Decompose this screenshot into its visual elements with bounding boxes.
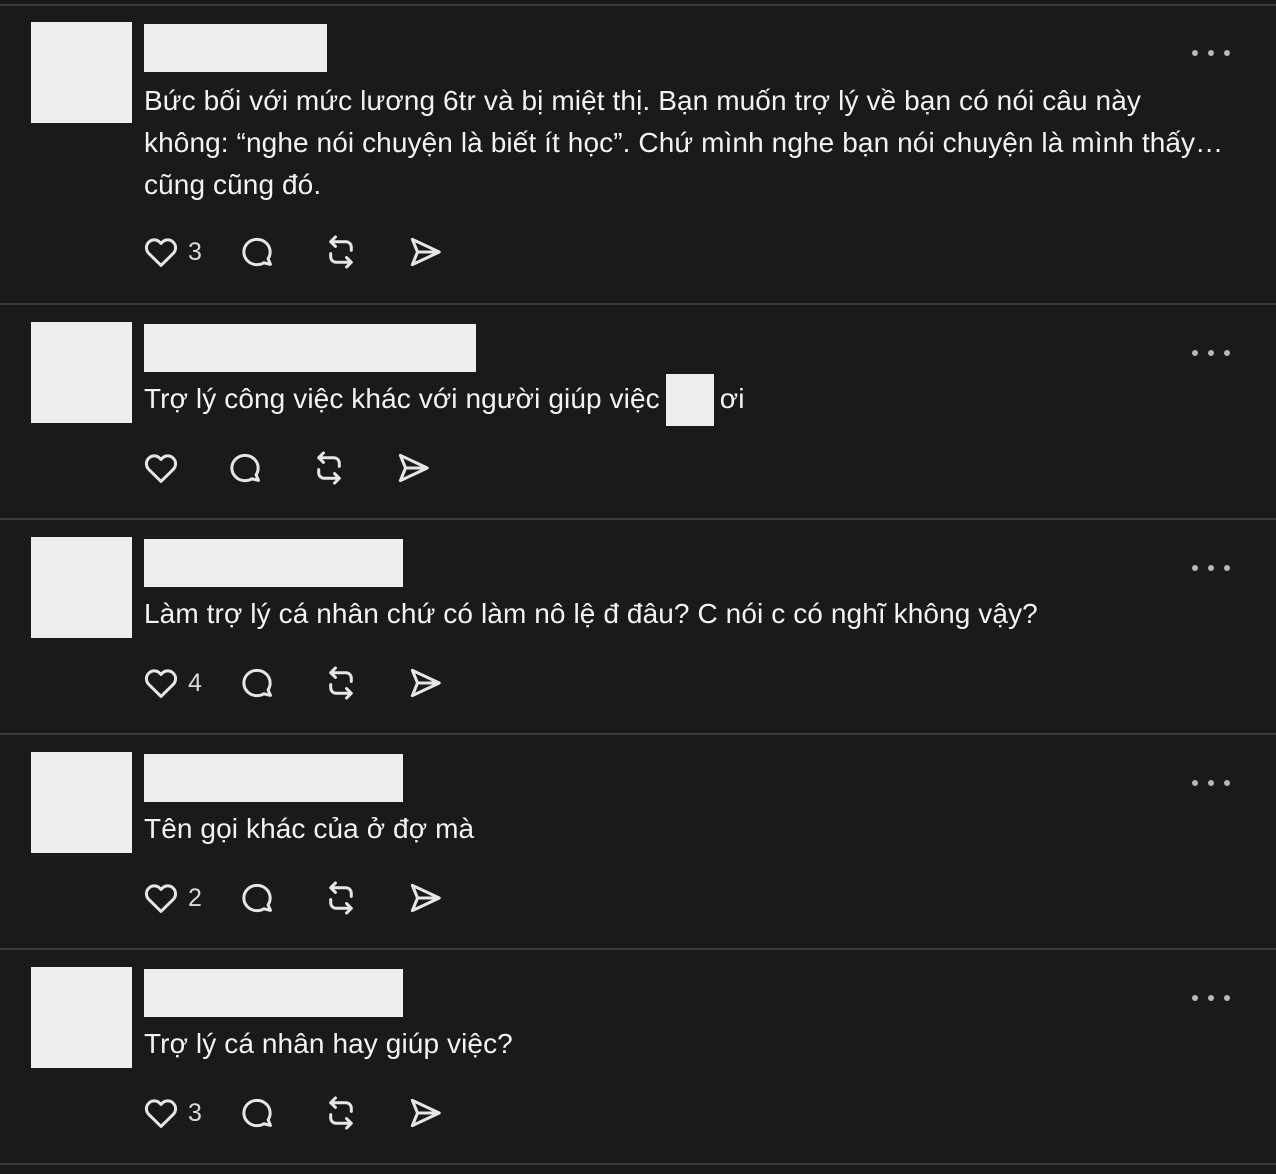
send-icon: [398, 453, 429, 483]
avatar[interactable]: [31, 322, 132, 423]
heart-icon: [144, 884, 178, 913]
action-bar: 3: [142, 232, 466, 272]
username-redacted[interactable]: [144, 754, 403, 802]
more-horizontal-icon: [1192, 50, 1198, 56]
comment-text: Trợ lý cá nhân hay giúp việc?: [144, 1028, 513, 1059]
divider: [0, 948, 1276, 950]
more-horizontal-icon: [1192, 780, 1198, 786]
repost-icon: [317, 451, 341, 485]
reply-button[interactable]: [238, 232, 322, 272]
comment-text: Bức bối với mức lương 6tr và bị miệt thị…: [144, 85, 1224, 200]
share-button[interactable]: [406, 232, 466, 272]
repost-button[interactable]: [322, 663, 406, 703]
like-button[interactable]: 3: [142, 1093, 238, 1133]
repost-button[interactable]: [322, 1093, 406, 1133]
more-options-button[interactable]: [1192, 38, 1230, 68]
comment-post: Bức bối với mức lương 6tr và bị miệt thị…: [0, 6, 1276, 305]
reply-button[interactable]: [238, 1093, 322, 1133]
action-bar: 2: [142, 878, 466, 918]
divider: [0, 1163, 1276, 1165]
repost-icon: [329, 235, 353, 269]
comment-text-part: Trợ lý công việc khác với người giúp việ…: [144, 383, 660, 414]
like-count: 2: [188, 883, 202, 912]
repost-icon: [329, 666, 353, 700]
comment-bubble-icon: [242, 237, 272, 267]
comment-post: Trợ lý công việc khác với người giúp việ…: [0, 306, 1276, 520]
more-options-button[interactable]: [1192, 768, 1230, 798]
like-button[interactable]: 3: [142, 232, 238, 272]
action-bar: 4: [142, 663, 466, 703]
avatar[interactable]: [31, 22, 132, 123]
send-icon: [410, 1098, 441, 1128]
like-count: 3: [188, 237, 202, 266]
comment-text: Trợ lý công việc khác với người giúp việ…: [144, 373, 1224, 426]
comment-bubble-icon: [242, 668, 272, 698]
avatar[interactable]: [31, 967, 132, 1068]
action-bar: [142, 448, 454, 488]
divider: [0, 303, 1276, 305]
comment-bubble-icon: [242, 883, 272, 913]
like-button[interactable]: [142, 448, 226, 488]
more-options-button[interactable]: [1192, 338, 1230, 368]
repost-button[interactable]: [322, 878, 406, 918]
more-options-button[interactable]: [1192, 983, 1230, 1013]
repost-icon: [329, 881, 353, 915]
heart-icon: [144, 669, 178, 698]
repost-icon: [329, 1096, 353, 1130]
heart-icon: [144, 238, 178, 267]
comment-text: Làm trợ lý cá nhân chứ có làm nô lệ đ đâ…: [144, 598, 1038, 629]
comment-bubble-icon: [230, 453, 260, 483]
username-redacted[interactable]: [144, 969, 403, 1017]
avatar[interactable]: [31, 752, 132, 853]
username-redacted[interactable]: [144, 539, 403, 587]
repost-button[interactable]: [310, 448, 394, 488]
action-bar: 3: [142, 1093, 466, 1133]
like-button[interactable]: 2: [142, 878, 238, 918]
comment-bubble-icon: [242, 1098, 272, 1128]
redacted-name: [665, 373, 714, 426]
share-button[interactable]: [406, 878, 466, 918]
more-horizontal-icon: [1192, 995, 1198, 1001]
heart-icon: [144, 454, 178, 483]
reply-button[interactable]: [226, 448, 310, 488]
reply-button[interactable]: [238, 878, 322, 918]
comment-text: Tên gọi khác của ở đợ mà: [144, 813, 475, 844]
repost-button[interactable]: [322, 232, 406, 272]
like-button[interactable]: 4: [142, 663, 238, 703]
like-count: 3: [188, 1098, 202, 1127]
share-button[interactable]: [406, 1093, 466, 1133]
comment-post: Làm trợ lý cá nhân chứ có làm nô lệ đ đâ…: [0, 521, 1276, 735]
avatar[interactable]: [31, 537, 132, 638]
share-button[interactable]: [406, 663, 466, 703]
username-redacted[interactable]: [144, 24, 327, 72]
comment-text-part: ơi: [719, 383, 745, 414]
more-options-button[interactable]: [1192, 553, 1230, 583]
comment-post: Tên gọi khác của ở đợ mà 2: [0, 736, 1276, 950]
send-icon: [410, 237, 441, 267]
send-icon: [410, 883, 441, 913]
more-horizontal-icon: [1192, 565, 1198, 571]
divider: [0, 518, 1276, 520]
comment-feed: Bức bối với mức lương 6tr và bị miệt thị…: [0, 0, 1276, 1174]
send-icon: [410, 668, 441, 698]
username-redacted[interactable]: [144, 324, 476, 372]
more-horizontal-icon: [1192, 350, 1198, 356]
share-button[interactable]: [394, 448, 454, 488]
like-count: 4: [188, 668, 202, 697]
heart-icon: [144, 1099, 178, 1128]
divider: [0, 733, 1276, 735]
reply-button[interactable]: [238, 663, 322, 703]
comment-post: Trợ lý cá nhân hay giúp việc? 3: [0, 951, 1276, 1165]
